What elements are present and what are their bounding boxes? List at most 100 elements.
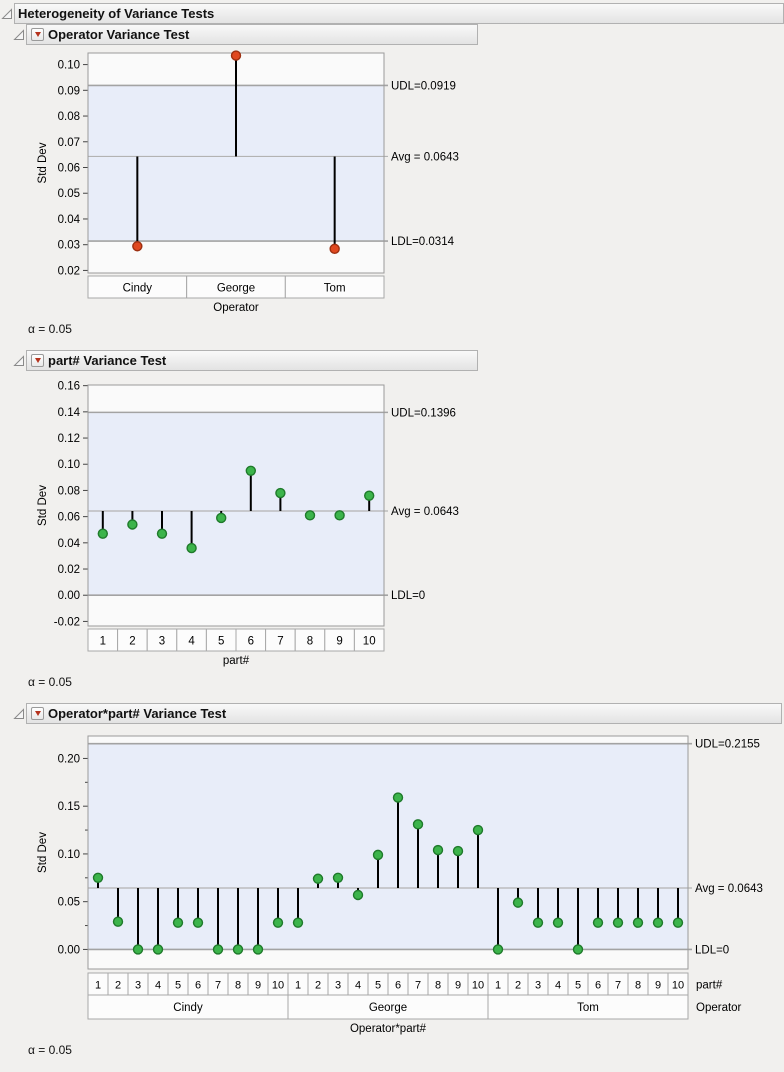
data-point-tom[interactable] [329, 243, 340, 255]
data-point-george[interactable] [230, 50, 242, 61]
y-tick-label: 0.00 [58, 944, 80, 956]
part-cell-label: 9 [455, 980, 461, 992]
data-point-george-5[interactable] [372, 849, 384, 861]
part-cell-label: 8 [235, 980, 241, 992]
outline-header-main[interactable]: Heterogeneity of Variance Tests [14, 3, 784, 24]
data-point-tom-2[interactable] [512, 897, 524, 908]
y-tick-label: 0.04 [58, 214, 81, 226]
data-point-cindy-10[interactable] [272, 917, 284, 928]
part-cell-label: 6 [395, 980, 401, 992]
data-point-tom-6[interactable] [592, 917, 604, 928]
outline-header-operator[interactable]: Operator Variance Test [26, 24, 478, 45]
section-title: part# Variance Test [48, 353, 167, 368]
data-point-cindy[interactable] [132, 241, 143, 252]
data-point-cindy-4[interactable] [152, 944, 164, 955]
disclosure-open-icon[interactable] [13, 354, 25, 367]
part-cell-label: 3 [335, 980, 341, 992]
data-point-cindy-3[interactable] [132, 944, 144, 955]
y-tick-label: 0.04 [58, 538, 81, 550]
data-point-cindy-2[interactable] [112, 916, 124, 927]
data-point-george-3[interactable] [332, 872, 344, 884]
data-point-2[interactable] [127, 519, 138, 530]
category-cell-label: Cindy [123, 283, 153, 295]
data-point-george-2[interactable] [312, 873, 324, 884]
y-tick-label: 0.16 [58, 381, 80, 393]
data-point-george-9[interactable] [452, 845, 464, 857]
data-point-tom-1[interactable] [492, 944, 504, 955]
y-tick-label: 0.12 [58, 433, 80, 445]
part-cell-label: 4 [355, 980, 361, 992]
section-title: Operator*part# Variance Test [48, 706, 227, 721]
data-point-1[interactable] [97, 528, 109, 539]
y-tick-label: 0.10 [58, 60, 80, 72]
data-point-cindy-9[interactable] [252, 944, 264, 955]
part-cell-label: 2 [115, 980, 121, 992]
y-tick-label: 0.10 [58, 849, 80, 861]
y-tick-label: -0.02 [54, 616, 80, 628]
part-cell-label: 4 [555, 980, 561, 992]
data-point-tom-4[interactable] [552, 917, 564, 928]
y-tick-label: 0.03 [58, 240, 80, 252]
outline-header-operator-part[interactable]: Operator*part# Variance Test [26, 703, 782, 724]
data-point-9[interactable] [334, 510, 345, 521]
data-point-tom-3[interactable] [532, 917, 544, 928]
data-point-george-4[interactable] [352, 889, 364, 901]
data-point-8[interactable] [304, 510, 316, 521]
ldl-label: LDL=0 [695, 944, 729, 956]
data-point-6[interactable] [245, 465, 257, 476]
part-variance-chart[interactable]: UDL=0.1396 Avg = 0.0643 LDL=0 -0.02 0.00 0.02… [30, 375, 510, 674]
y-tick-label: 0.05 [58, 897, 80, 909]
part-cell-label: 5 [575, 980, 581, 992]
data-point-cindy-7[interactable] [212, 944, 224, 955]
data-point-george-1[interactable] [292, 917, 304, 928]
y-tick-label: 0.14 [58, 407, 81, 419]
data-point-george-10[interactable] [472, 824, 484, 836]
data-point-tom-8[interactable] [632, 917, 644, 928]
data-point-cindy-1[interactable] [92, 872, 104, 884]
data-point-tom-9[interactable] [652, 917, 664, 928]
part-cell-label: 1 [295, 980, 301, 992]
part-cell-label: 2 [315, 980, 321, 992]
data-point-cindy-8[interactable] [232, 944, 244, 955]
x-axis-title: Operator [213, 302, 259, 314]
part-cell-label: 1 [95, 980, 101, 992]
red-triangle-menu-button[interactable] [31, 354, 44, 367]
part-cell-label: 5 [375, 980, 381, 992]
red-triangle-menu-button[interactable] [31, 707, 44, 720]
red-triangle-menu-button[interactable] [31, 28, 44, 41]
udl-label: UDL=0.0919 [391, 80, 456, 92]
data-point-3[interactable] [156, 528, 168, 539]
data-point-tom-5[interactable] [572, 944, 584, 955]
alpha-note: α = 0.05 [28, 322, 72, 336]
operator-part-variance-chart[interactable]: UDL=0.2155 Avg = 0.0643 LDL=0 0.00 0.05 0.10 0… [30, 728, 784, 1042]
section-operator-variance: Operator Variance Test UDL=0.0919 Avg = 0… [0, 24, 784, 336]
operator-variance-chart[interactable]: UDL=0.0919 Avg = 0.0643 LDL=0.0314 0.02 0.03… [30, 47, 510, 321]
data-point-7[interactable] [275, 487, 286, 499]
y-tick-label: 0.02 [58, 564, 80, 576]
outline-header-part[interactable]: part# Variance Test [26, 350, 478, 371]
x-axis-title: Operator*part# [350, 1023, 427, 1035]
data-point-4[interactable] [186, 542, 197, 554]
data-point-tom-7[interactable] [612, 917, 624, 928]
decision-limit-band [88, 412, 384, 596]
part-cell-label: 5 [175, 980, 181, 992]
part-cell-label: 7 [215, 980, 221, 992]
part-cell-label: 10 [472, 980, 484, 992]
part-cell-label: 3 [135, 980, 141, 992]
part-cell-label: 2 [515, 980, 521, 992]
data-point-10[interactable] [364, 490, 375, 501]
data-point-cindy-5[interactable] [172, 917, 184, 928]
disclosure-open-icon[interactable] [13, 28, 25, 41]
y-axis-title: Std Dev [37, 832, 49, 873]
part-cell-label: 4 [155, 980, 161, 992]
operator-cell-label: George [369, 1002, 407, 1014]
y-tick-label: 0.07 [58, 137, 80, 149]
data-point-george-7[interactable] [412, 819, 424, 830]
data-point-george-6[interactable] [392, 792, 404, 803]
data-point-tom-10[interactable] [672, 917, 684, 928]
data-point-cindy-6[interactable] [192, 917, 204, 928]
data-point-george-8[interactable] [432, 844, 444, 856]
disclosure-open-icon[interactable] [13, 707, 25, 720]
data-point-5[interactable] [215, 512, 227, 524]
disclosure-open-icon[interactable] [1, 7, 13, 20]
